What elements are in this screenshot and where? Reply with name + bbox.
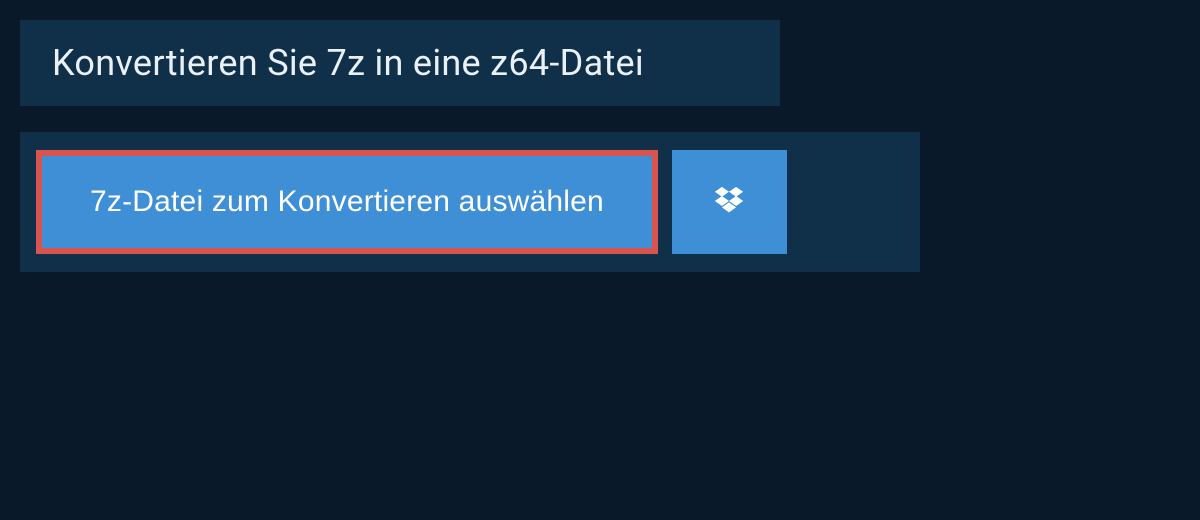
highlight-border: 7z-Datei zum Konvertieren auswählen [36,150,658,254]
select-file-button-label: 7z-Datei zum Konvertieren auswählen [90,185,604,218]
select-file-button[interactable]: 7z-Datei zum Konvertieren auswählen [42,156,652,248]
page-title: Konvertieren Sie 7z in eine z64-Datei [52,42,748,84]
dropbox-icon [712,184,746,221]
header-bar: Konvertieren Sie 7z in eine z64-Datei [20,20,780,106]
page-container: Konvertieren Sie 7z in eine z64-Datei 7z… [0,20,1200,520]
dropbox-button[interactable] [672,150,787,254]
action-panel: 7z-Datei zum Konvertieren auswählen [20,132,920,272]
